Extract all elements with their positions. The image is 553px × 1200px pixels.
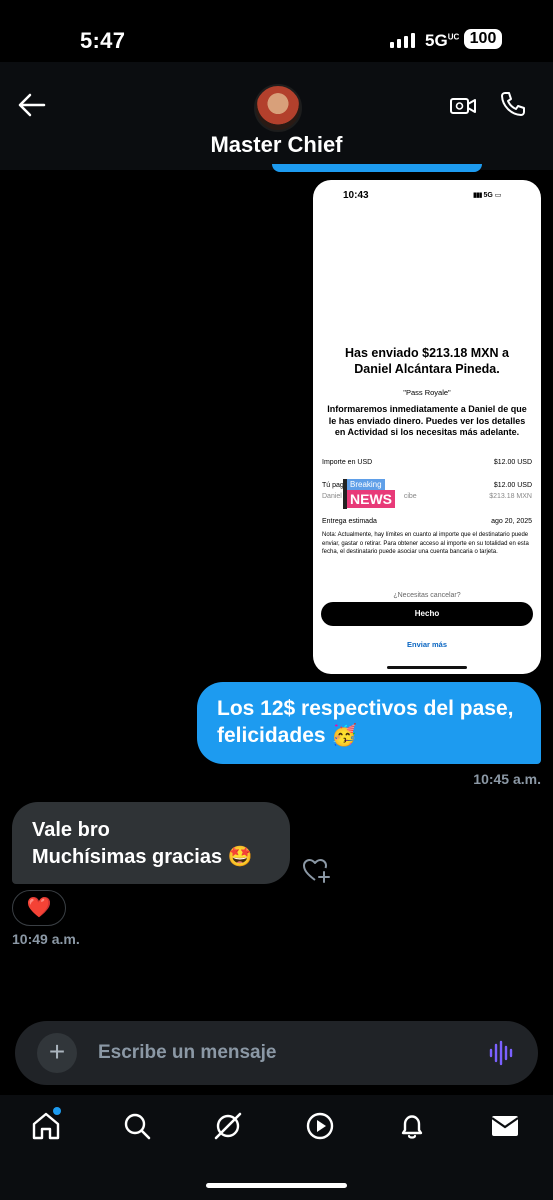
- reaction-heart[interactable]: ❤️: [12, 890, 66, 926]
- breaking-news-sticker: Breaking NEWS: [343, 479, 409, 511]
- network-label: 5GUC: [425, 31, 460, 50]
- attached-image[interactable]: 10:43 ▮▮▮ 5G ▭ Has enviado $213.18 MXN a…: [313, 180, 541, 674]
- voice-message-icon[interactable]: [488, 1040, 516, 1066]
- battery-indicator: 100: [464, 29, 502, 49]
- home-indicator: [206, 1183, 347, 1188]
- attachment-send-more: Enviar más: [406, 640, 448, 649]
- attachment-time: 10:43: [343, 190, 369, 201]
- avatar[interactable]: [254, 84, 302, 132]
- back-arrow-icon[interactable]: [14, 90, 48, 120]
- video-call-icon[interactable]: [449, 92, 477, 120]
- signal-icon: [390, 32, 415, 48]
- attachment-row: Importe en USD $12.00 USD: [322, 459, 532, 466]
- status-time: 5:47: [80, 28, 126, 53]
- search-icon[interactable]: [121, 1110, 153, 1142]
- attachment-info: Informaremos inmediatamente a Daniel de …: [327, 404, 527, 437]
- attachment-quote: "Pass Royale": [403, 388, 451, 397]
- message-timestamp: 10:49 a.m.: [12, 931, 80, 947]
- attachment-note: Nota: Actualmente, hay límites en cuanto…: [322, 532, 529, 555]
- bell-icon[interactable]: [396, 1110, 428, 1142]
- attachment-cancel-text: ¿Necesitas cancelar?: [393, 592, 461, 599]
- message-input[interactable]: [98, 1040, 458, 1066]
- attachment-row: Entrega estimada ago 20, 2025: [322, 518, 532, 525]
- grok-icon[interactable]: [212, 1110, 244, 1142]
- notification-dot: [53, 1107, 61, 1115]
- add-reaction-icon[interactable]: [301, 856, 331, 884]
- message-bubble-incoming[interactable]: Vale bro Muchísimas gracias 🤩: [12, 802, 290, 884]
- message-line: Vale bro: [32, 819, 110, 841]
- attachment-home-indicator: [387, 666, 467, 669]
- play-icon[interactable]: [304, 1110, 336, 1142]
- attachment-done-button: Hecho: [321, 602, 533, 626]
- previous-message-edge: [272, 164, 482, 172]
- contact-name[interactable]: Master Chief: [0, 132, 553, 158]
- attachment-status: ▮▮▮ 5G ▭: [473, 192, 502, 199]
- attachment-title: Has enviado $213.18 MXN a Daniel Alcánta…: [345, 346, 509, 376]
- message-timestamp: 10:45 a.m.: [473, 771, 541, 787]
- message-bubble-outgoing[interactable]: Los 12$ respectivos del pase, felicidade…: [197, 682, 541, 764]
- plus-icon[interactable]: +: [37, 1033, 77, 1073]
- mail-icon[interactable]: [489, 1110, 521, 1142]
- message-line: Muchísimas gracias 🤩: [32, 846, 253, 868]
- phone-icon[interactable]: [499, 90, 527, 118]
